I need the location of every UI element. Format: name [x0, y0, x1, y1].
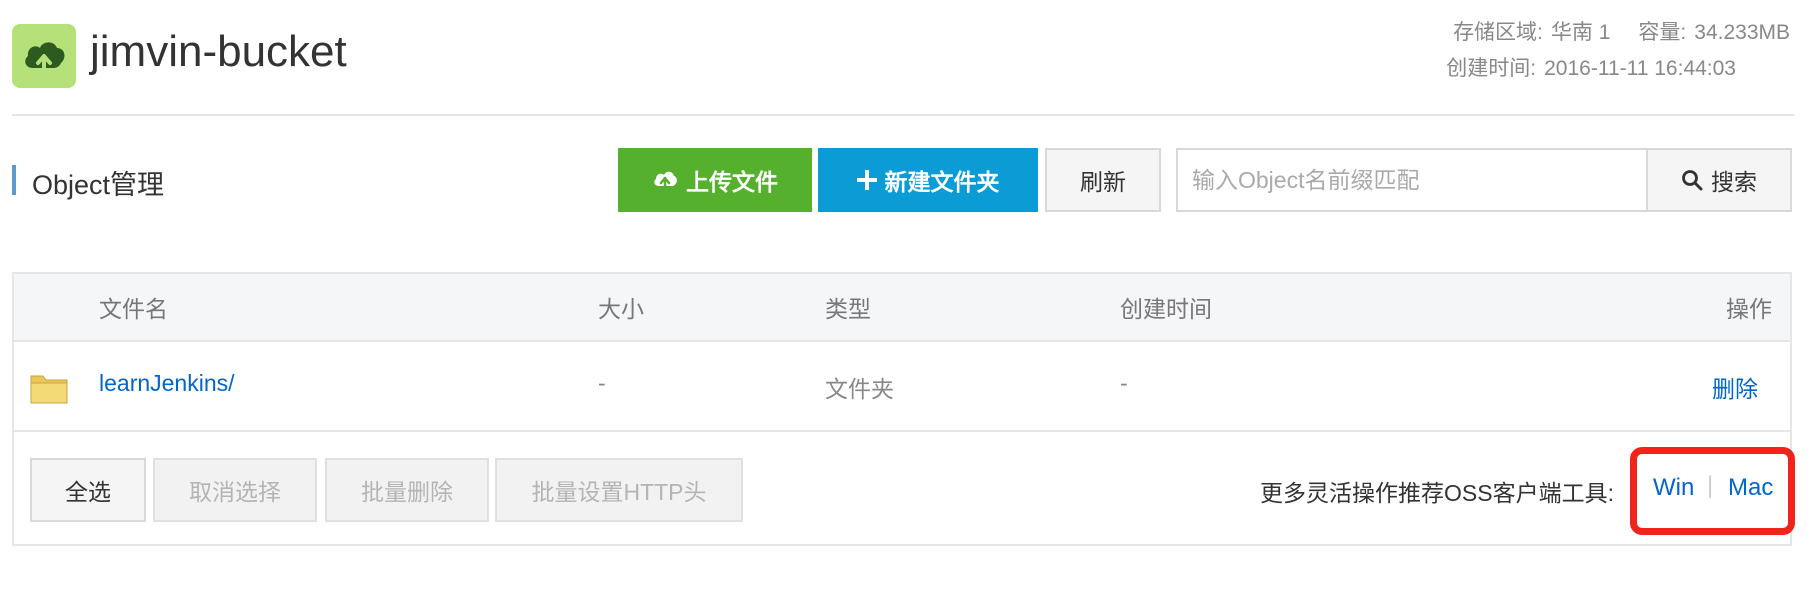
table-header	[14, 274, 1790, 342]
region-label: 存储区域:	[1453, 21, 1543, 44]
header-divider	[12, 114, 1794, 116]
bucket-meta-region: 存储区域: 华南 1 容量: 34.233MB	[1453, 16, 1790, 46]
region-value: 华南 1	[1550, 21, 1611, 44]
bucket-meta-created: 创建时间: 2016-11-11 16:44:03	[1446, 52, 1790, 82]
upload-file-button[interactable]: 上传文件	[618, 148, 812, 212]
refresh-button[interactable]: 刷新	[1045, 148, 1161, 212]
capacity-label: 容量:	[1638, 21, 1687, 44]
folder-icon	[30, 372, 68, 409]
section-accent-bar	[12, 165, 16, 195]
object-size: -	[598, 370, 606, 396]
created-value: 2016-11-11 16:44:03	[1544, 57, 1736, 80]
link-separator: |	[1707, 472, 1714, 499]
column-header-name: 文件名	[99, 296, 168, 322]
object-type: 文件夹	[825, 376, 894, 402]
table-row	[14, 342, 1790, 430]
plus-icon	[856, 170, 877, 190]
column-header-created: 创建时间	[1120, 296, 1212, 322]
column-header-actions: 操作	[1726, 296, 1772, 322]
object-name-link[interactable]: learnJenkins/	[99, 370, 235, 397]
row-divider	[14, 430, 1790, 432]
search-icon	[1681, 169, 1703, 191]
bucket-name: jimvin-bucket	[90, 27, 347, 76]
delete-link[interactable]: 删除	[1712, 370, 1758, 404]
column-header-size: 大小	[598, 296, 644, 322]
batch-http-headers-button[interactable]: 批量设置HTTP头	[495, 458, 743, 522]
section-title: Object管理	[32, 170, 165, 200]
client-tools-text: 更多灵活操作推荐OSS客户端工具:	[1260, 480, 1614, 506]
capacity-value: 34.233MB	[1694, 21, 1790, 44]
search-label: 搜索	[1711, 169, 1757, 195]
batch-delete-button[interactable]: 批量删除	[325, 458, 489, 522]
select-all-button[interactable]: 全选	[30, 458, 146, 522]
deselect-button[interactable]: 取消选择	[153, 458, 317, 522]
cloud-upload-icon	[25, 42, 65, 74]
upload-file-label: 上传文件	[686, 169, 778, 195]
new-folder-button[interactable]: 新建文件夹	[818, 148, 1038, 212]
new-folder-label: 新建文件夹	[884, 169, 1000, 195]
win-client-link[interactable]: Win	[1653, 474, 1694, 502]
mac-client-link[interactable]: Mac	[1728, 474, 1773, 502]
created-label: 创建时间:	[1446, 57, 1537, 80]
object-created: -	[1120, 370, 1128, 396]
search-input[interactable]	[1176, 148, 1646, 212]
bucket-icon	[12, 24, 76, 88]
cloud-upload-icon	[652, 169, 678, 191]
column-header-type: 类型	[825, 296, 871, 322]
search-button[interactable]: 搜索	[1646, 148, 1792, 212]
